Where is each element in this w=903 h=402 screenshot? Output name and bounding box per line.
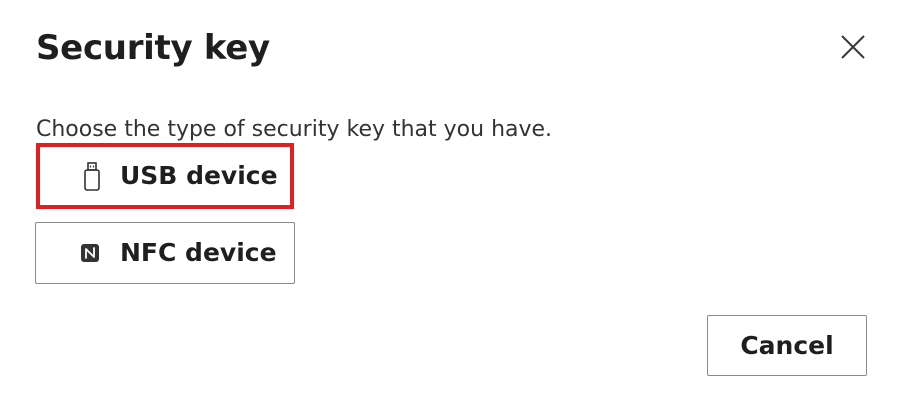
close-button[interactable] xyxy=(838,32,868,62)
nfc-device-label: NFC device xyxy=(120,238,277,267)
usb-device-label: USB device xyxy=(120,161,278,190)
nfc-icon xyxy=(81,244,99,262)
cancel-button[interactable]: Cancel xyxy=(707,315,867,376)
close-icon xyxy=(841,35,865,59)
dialog-title: Security key xyxy=(36,28,270,68)
security-key-dialog: Security key Choose the type of security… xyxy=(0,0,903,402)
dialog-prompt: Choose the type of security key that you… xyxy=(36,117,553,142)
nfc-device-button[interactable]: NFC device xyxy=(35,222,295,284)
usb-device-button[interactable]: USB device xyxy=(36,143,294,209)
usb-drive-icon xyxy=(84,162,100,191)
